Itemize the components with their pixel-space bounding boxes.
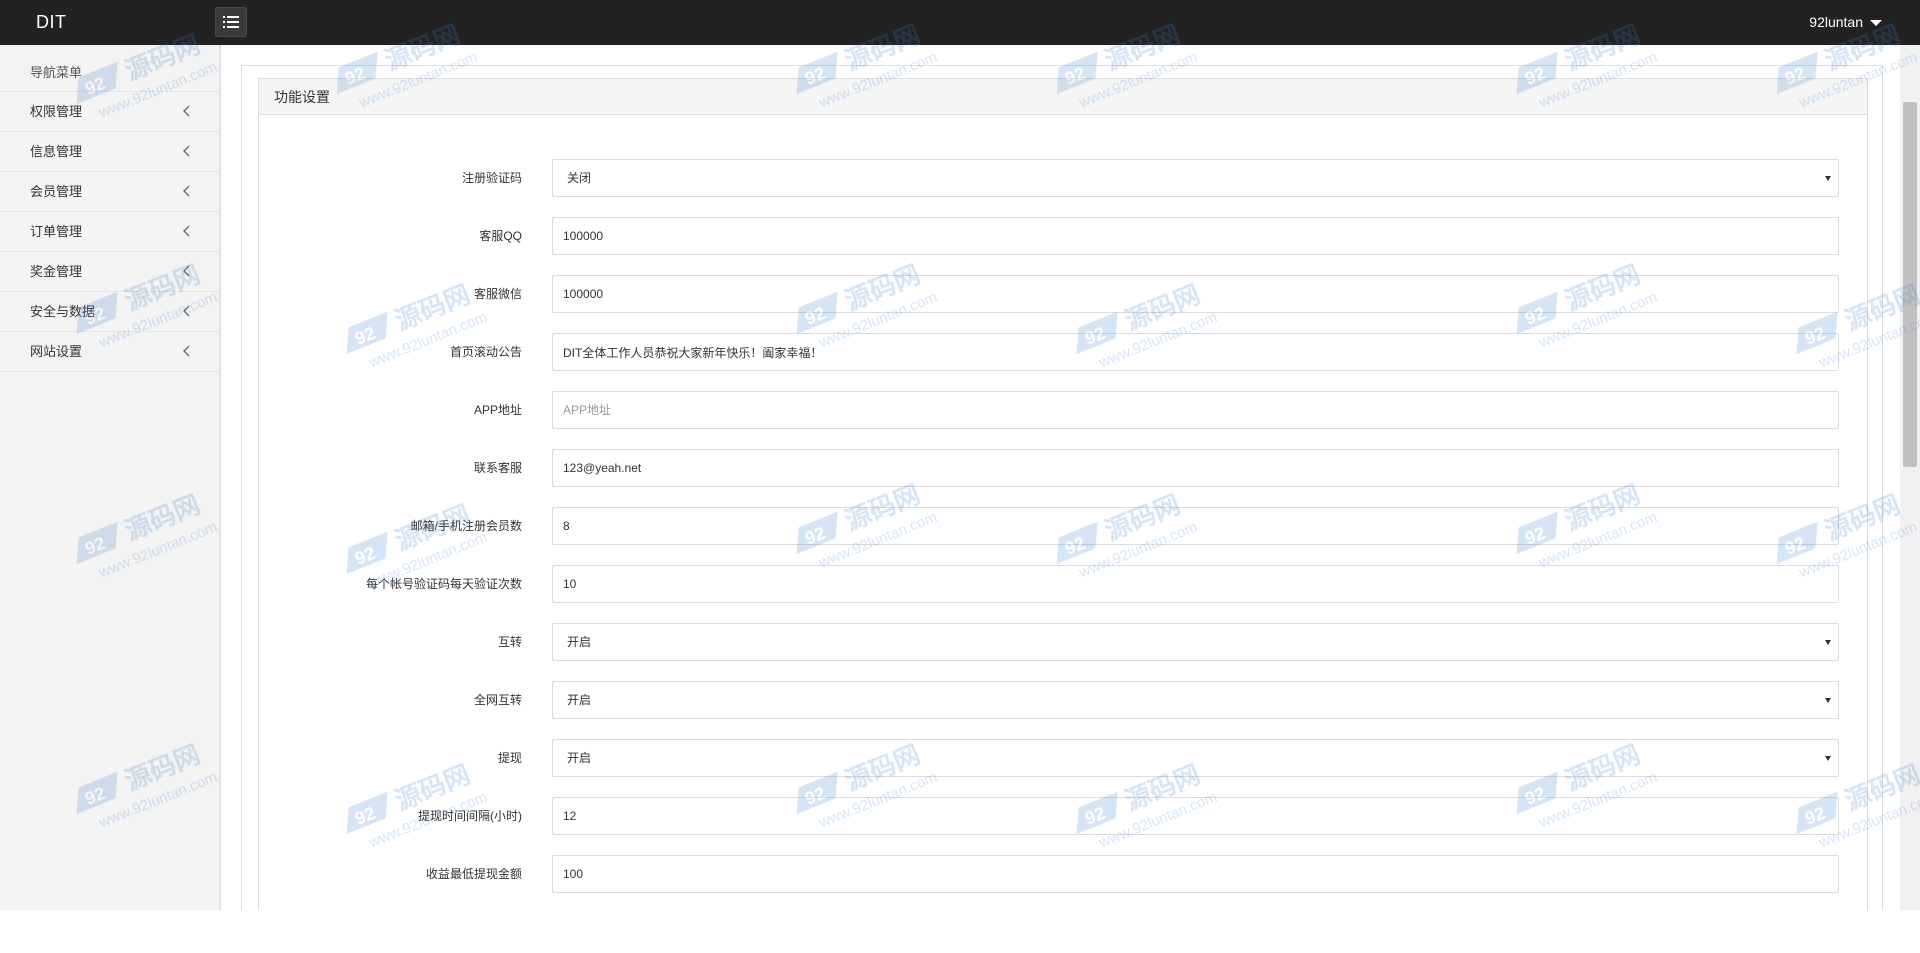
form-row: 联系客服 bbox=[259, 449, 1869, 487]
form-row: 收益最低提现金额 bbox=[259, 855, 1869, 893]
form-row: 注册验证码 关闭 bbox=[259, 159, 1869, 197]
field-label: 提现 bbox=[497, 751, 522, 765]
panel-title: 功能设置 bbox=[259, 79, 1867, 115]
field-label: 提现时间间隔(小时) bbox=[418, 809, 522, 823]
menu-toggle-button[interactable] bbox=[215, 7, 247, 37]
brand-logo[interactable]: DIT bbox=[36, 0, 67, 45]
chevron-left-icon bbox=[183, 105, 190, 117]
sidebar-item[interactable]: 会员管理 bbox=[0, 172, 219, 212]
sidebar-item-label: 权限管理 bbox=[30, 104, 83, 119]
user-menu[interactable]: 92luntan bbox=[1809, 0, 1882, 45]
field-label: 联系客服 bbox=[473, 461, 522, 475]
form-row: 互转 开启 bbox=[259, 623, 1869, 661]
sidebar-item-label: 信息管理 bbox=[30, 144, 83, 159]
form-row: 每个帐号验证码每天验证次数 bbox=[259, 565, 1869, 603]
form-row: 首页滚动公告 bbox=[259, 333, 1869, 371]
scrollbar-thumb[interactable] bbox=[1903, 102, 1917, 467]
field-label: 互转 bbox=[497, 635, 522, 649]
sidebar-item[interactable]: 订单管理 bbox=[0, 212, 219, 252]
field-label: 每个帐号验证码每天验证次数 bbox=[365, 577, 522, 591]
form-row: 邮箱/手机注册会员数 bbox=[259, 507, 1869, 545]
select-field[interactable]: 开启 bbox=[552, 681, 1839, 719]
content-wrapper: 功能设置 注册验证码 关闭客服QQ 客服微信首页滚动公告 APP地址联系客服邮箱/手机… bbox=[241, 65, 1883, 910]
select-field[interactable]: 关闭 bbox=[552, 159, 1839, 197]
sidebar-menu: 权限管理信息管理会员管理订单管理奖金管理安全与数据网站设置 bbox=[0, 92, 219, 372]
sidebar-item[interactable]: 网站设置 bbox=[0, 332, 219, 372]
app-window: DIT 92luntan 导航菜单 权限管理信息管理会员管理订单管理奖金管理安全… bbox=[0, 0, 1920, 910]
field-label: 注册验证码 bbox=[461, 171, 522, 185]
form-row: 提现 开启 bbox=[259, 739, 1869, 777]
sidebar-item[interactable]: 奖金管理 bbox=[0, 252, 219, 292]
chevron-left-icon bbox=[183, 345, 190, 357]
dropdown-arrow-icon bbox=[1825, 756, 1831, 761]
text-input[interactable] bbox=[552, 855, 1839, 893]
text-input[interactable] bbox=[552, 507, 1839, 545]
field-label: 全网互转 bbox=[473, 693, 522, 707]
sidebar-header: 导航菜单 bbox=[0, 45, 219, 92]
text-input[interactable] bbox=[552, 565, 1839, 603]
text-input[interactable] bbox=[552, 797, 1839, 835]
settings-panel: 功能设置 注册验证码 关闭客服QQ 客服微信首页滚动公告 APP地址联系客服邮箱/手机… bbox=[258, 78, 1868, 910]
select-field[interactable]: 开启 bbox=[552, 623, 1839, 661]
chevron-left-icon bbox=[183, 225, 190, 237]
text-input[interactable] bbox=[552, 217, 1839, 255]
sidebar-item-label: 奖金管理 bbox=[30, 264, 83, 279]
form-row: 提现时间间隔(小时) bbox=[259, 797, 1869, 835]
text-input[interactable] bbox=[552, 449, 1839, 487]
text-input[interactable] bbox=[552, 275, 1839, 313]
field-label: 收益最低提现金额 bbox=[425, 867, 522, 881]
chevron-left-icon bbox=[183, 305, 190, 317]
form-row: APP地址 bbox=[259, 391, 1869, 429]
top-navbar: DIT 92luntan bbox=[0, 0, 1920, 45]
chevron-left-icon bbox=[183, 185, 190, 197]
chevron-left-icon bbox=[183, 145, 190, 157]
main-content: 功能设置 注册验证码 关闭客服QQ 客服微信首页滚动公告 APP地址联系客服邮箱/手机… bbox=[220, 45, 1900, 910]
select-value: 开启 bbox=[567, 751, 592, 765]
text-input[interactable] bbox=[552, 333, 1839, 371]
field-label: APP地址 bbox=[473, 403, 522, 417]
form-row: 全网互转 开启 bbox=[259, 681, 1869, 719]
sidebar-item[interactable]: 信息管理 bbox=[0, 132, 219, 172]
select-value: 开启 bbox=[567, 693, 592, 707]
field-label: 客服微信 bbox=[473, 287, 522, 301]
dropdown-arrow-icon bbox=[1825, 176, 1831, 181]
field-label: 首页滚动公告 bbox=[449, 345, 522, 359]
sidebar: 导航菜单 权限管理信息管理会员管理订单管理奖金管理安全与数据网站设置 bbox=[0, 45, 220, 910]
text-input[interactable] bbox=[552, 391, 1839, 429]
field-label: 客服QQ bbox=[479, 229, 522, 243]
sidebar-item-label: 会员管理 bbox=[30, 184, 83, 199]
dropdown-arrow-icon bbox=[1825, 640, 1831, 645]
select-value: 开启 bbox=[567, 635, 592, 649]
scrollbar-track[interactable] bbox=[1900, 45, 1920, 910]
user-name: 92luntan bbox=[1809, 14, 1863, 30]
hamburger-icon bbox=[223, 16, 239, 28]
dropdown-arrow-icon bbox=[1825, 698, 1831, 703]
field-label: 邮箱/手机注册会员数 bbox=[410, 519, 522, 533]
sidebar-item[interactable]: 安全与数据 bbox=[0, 292, 219, 332]
form-row: 客服微信 bbox=[259, 275, 1869, 313]
form-row: 客服QQ bbox=[259, 217, 1869, 255]
sidebar-item-label: 网站设置 bbox=[30, 344, 83, 359]
caret-down-icon bbox=[1870, 19, 1882, 26]
sidebar-item[interactable]: 权限管理 bbox=[0, 92, 219, 132]
select-field[interactable]: 开启 bbox=[552, 739, 1839, 777]
select-value: 关闭 bbox=[567, 171, 592, 185]
sidebar-item-label: 安全与数据 bbox=[30, 304, 96, 319]
chevron-left-icon bbox=[183, 265, 190, 277]
sidebar-item-label: 订单管理 bbox=[30, 224, 83, 239]
